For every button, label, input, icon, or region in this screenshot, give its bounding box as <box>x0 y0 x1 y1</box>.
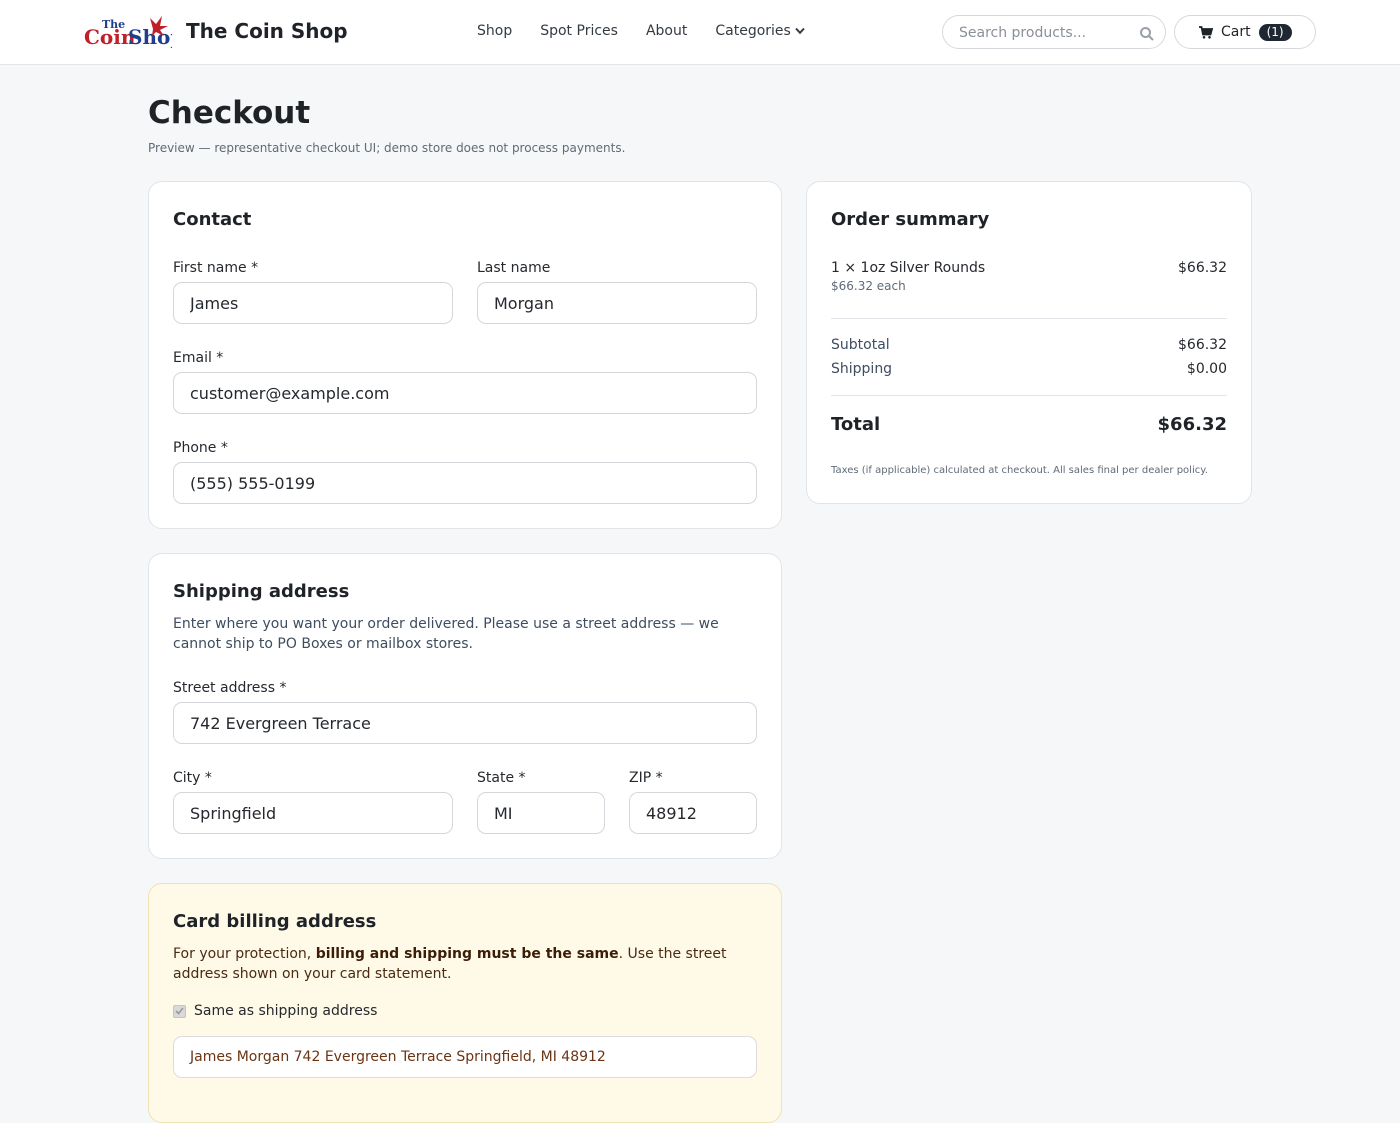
shipping-description: Enter where you want your order delivere… <box>173 616 719 652</box>
brand-name[interactable]: The Coin Shop <box>186 19 348 43</box>
zip-field <box>629 792 757 834</box>
nav-shop[interactable]: Shop <box>477 23 512 39</box>
page-subtitle: Preview — representative checkout UI; de… <box>148 141 626 155</box>
summary-heading: Order summary <box>831 209 990 230</box>
search-icon[interactable] <box>1139 26 1155 42</box>
billing-desc-emphasis: billing and shipping must be the same <box>315 946 619 962</box>
line-item-price: $66.32 <box>1178 260 1227 276</box>
shipping-card: Shipping address Enter where you want yo… <box>148 553 782 859</box>
coin-shop-logo-icon: The Coin Shop <box>84 16 172 48</box>
zip-input[interactable] <box>630 793 756 833</box>
phone-field <box>173 462 757 504</box>
summary-line-item: 1 × 1oz Silver Rounds $66.32 <box>831 260 1227 276</box>
billing-heading: Card billing address <box>173 911 377 932</box>
search-input[interactable] <box>959 23 1129 43</box>
shipping-heading: Shipping address <box>173 581 350 602</box>
city-label: City * <box>173 770 212 786</box>
page-title: Checkout <box>148 95 311 131</box>
total-label: Total <box>831 414 881 435</box>
summary-divider <box>831 318 1227 319</box>
total-value: $66.32 <box>1157 414 1227 435</box>
line-item-name: 1 × 1oz Silver Rounds <box>831 260 986 276</box>
cart-button[interactable]: Cart (1) <box>1174 15 1316 49</box>
summary-footnote: Taxes (if applicable) calculated at chec… <box>831 465 1208 476</box>
shipping-cost-label: Shipping <box>831 361 893 377</box>
state-field <box>477 792 605 834</box>
billing-card: Card billing address For your protection… <box>148 883 782 1123</box>
phone-input[interactable] <box>174 463 756 503</box>
city-field <box>173 792 453 834</box>
subtotal-value: $66.32 <box>1178 337 1227 353</box>
contact-heading: Contact <box>173 209 252 230</box>
last-name-field <box>477 282 757 324</box>
cart-icon <box>1199 25 1213 39</box>
email-field <box>173 372 757 414</box>
email-input[interactable] <box>174 373 756 413</box>
state-input[interactable] <box>478 793 604 833</box>
same-as-shipping-row: Same as shipping address <box>173 1003 377 1019</box>
site-logo[interactable]: The Coin Shop <box>84 14 172 48</box>
cart-label: Cart <box>1221 24 1251 40</box>
first-name-input[interactable] <box>174 283 452 323</box>
line-item-each: $66.32 each <box>831 279 906 293</box>
summary-divider <box>831 395 1227 396</box>
zip-label: ZIP * <box>629 770 663 786</box>
shipping-cost-value: $0.00 <box>1186 361 1227 377</box>
total-row: Total $66.32 <box>831 414 1227 435</box>
street-field <box>173 702 757 744</box>
nav-categories-label: Categories <box>715 23 791 39</box>
nav-categories[interactable]: Categories <box>715 23 805 39</box>
nav-spot-prices[interactable]: Spot Prices <box>540 23 618 39</box>
svg-text:Shop: Shop <box>128 25 172 48</box>
phone-label: Phone * <box>173 440 228 456</box>
first-name-label: First name * <box>173 260 259 276</box>
last-name-label: Last name <box>477 260 551 276</box>
same-as-shipping-label: Same as shipping address <box>194 1003 378 1019</box>
contact-card: Contact First name * Last name Email * P… <box>148 181 782 529</box>
subtotal-label: Subtotal <box>831 337 890 353</box>
state-label: State * <box>477 770 526 786</box>
site-header: The Coin Shop The Coin Shop Shop Spot Pr… <box>0 0 1400 65</box>
checkmark-icon <box>175 1007 184 1015</box>
same-as-shipping-checkbox[interactable] <box>173 1004 186 1018</box>
chevron-down-icon <box>795 27 805 35</box>
order-summary-card: Order summary 1 × 1oz Silver Rounds $66.… <box>806 181 1252 504</box>
email-label: Email * <box>173 350 224 366</box>
first-name-field <box>173 282 453 324</box>
cart-count-badge: (1) <box>1258 23 1292 41</box>
street-input[interactable] <box>174 703 756 743</box>
billing-address-display: James Morgan 742 Evergreen Terrace Sprin… <box>173 1036 757 1078</box>
last-name-input[interactable] <box>478 283 756 323</box>
billing-desc-prefix: For your protection, <box>173 946 316 962</box>
billing-description: For your protection, billing and shippin… <box>173 944 753 984</box>
main-nav: Shop Spot Prices About Categories <box>477 23 805 39</box>
street-label: Street address * <box>173 680 287 696</box>
nav-about[interactable]: About <box>646 23 687 39</box>
shipping-row: Shipping $0.00 <box>831 361 1227 377</box>
subtotal-row: Subtotal $66.32 <box>831 337 1227 353</box>
city-input[interactable] <box>174 793 452 833</box>
search-box <box>942 15 1166 49</box>
